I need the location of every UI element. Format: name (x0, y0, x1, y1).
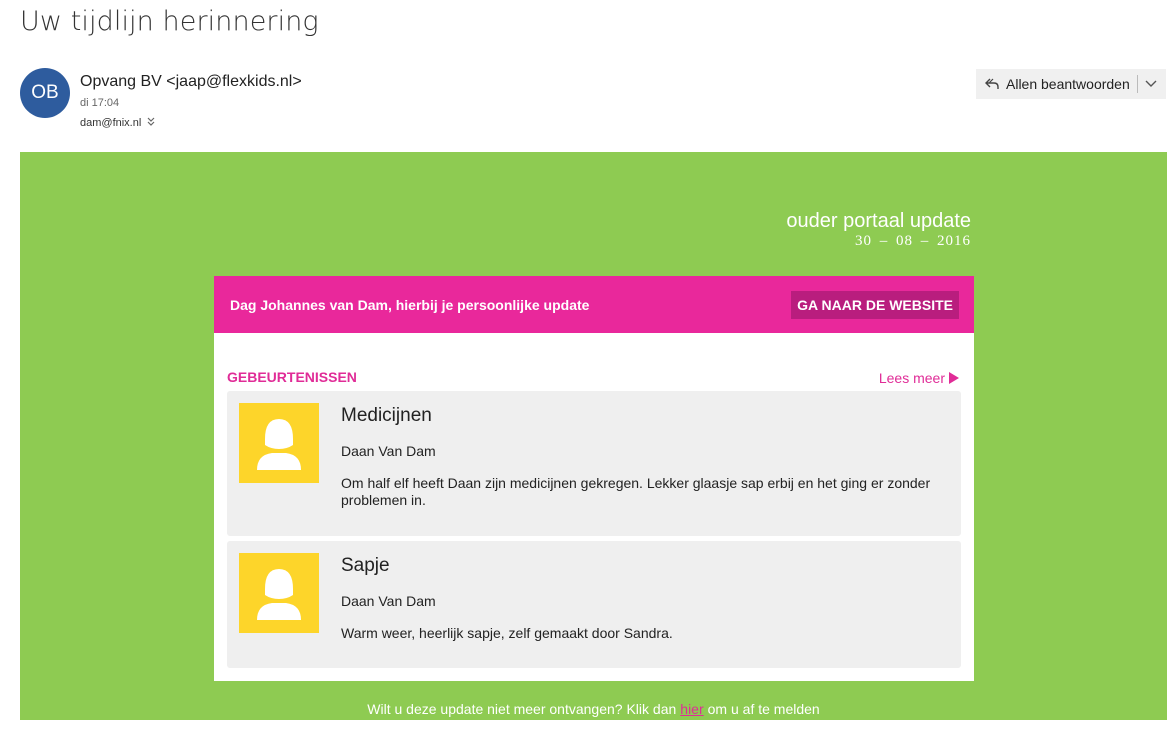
reply-all-icon (984, 76, 1000, 92)
read-more-label: Lees meer (878, 370, 945, 386)
person-placeholder-icon (239, 553, 319, 633)
event-description: Om half elf heeft Daan zijn medicijnen g… (341, 475, 931, 508)
update-card: Dag Johannes van Dam, hierbij je persoon… (214, 276, 974, 681)
read-more-link[interactable]: Lees meer (879, 370, 959, 386)
reply-all-label: Allen beantwoorden (1006, 76, 1130, 92)
footer-text-before: Wilt u deze update niet meer ontvangen? … (367, 701, 677, 717)
event-title: Sapje (341, 555, 390, 576)
reply-all-button[interactable]: Allen beantwoorden (976, 69, 1166, 99)
unsubscribe-footer: Wilt u deze update niet meer ontvangen? … (20, 701, 1167, 717)
event-child: Daan Van Dam (341, 443, 436, 459)
sender-avatar[interactable]: OB (20, 68, 70, 118)
portal-date: 30 – 08 – 2016 (855, 233, 971, 249)
sent-time: di 17:04 (80, 97, 120, 109)
website-button[interactable]: GA NAAR DE WEBSITE (791, 291, 959, 319)
unsubscribe-link[interactable]: hier (680, 701, 703, 717)
event-item[interactable]: Sapje Daan Van Dam Warm weer, heerlijk s… (227, 541, 961, 668)
sender-name[interactable]: Opvang BV <jaap@flexkids.nl> (80, 73, 302, 91)
section-title: GEBEURTENISSEN (227, 369, 357, 385)
portal-title: ouder portaal update (786, 210, 971, 232)
reply-divider (1136, 75, 1138, 93)
event-description: Warm weer, heerlijk sapje, zelf gemaakt … (341, 625, 673, 641)
play-arrow-icon (949, 372, 959, 384)
expand-recipients-icon[interactable] (147, 117, 155, 129)
event-item[interactable]: Medicijnen Daan Van Dam Om half elf heef… (227, 391, 961, 536)
event-title: Medicijnen (341, 405, 432, 426)
recipients-row: dam@fnix.nl (80, 117, 155, 129)
chevron-down-icon[interactable] (1144, 80, 1158, 88)
person-placeholder-icon (239, 403, 319, 483)
newsletter-banner: ouder portaal update 30 – 08 – 2016 Dag … (20, 152, 1167, 720)
greeting-bar: Dag Johannes van Dam, hierbij je persoon… (214, 276, 974, 333)
recipient-address[interactable]: dam@fnix.nl (80, 117, 141, 129)
greeting-text: Dag Johannes van Dam, hierbij je persoon… (230, 297, 590, 313)
event-child: Daan Van Dam (341, 593, 436, 609)
footer-text-after: om u af te melden (707, 701, 820, 717)
email-subject: Uw tijdlijn herinnering (20, 6, 319, 37)
